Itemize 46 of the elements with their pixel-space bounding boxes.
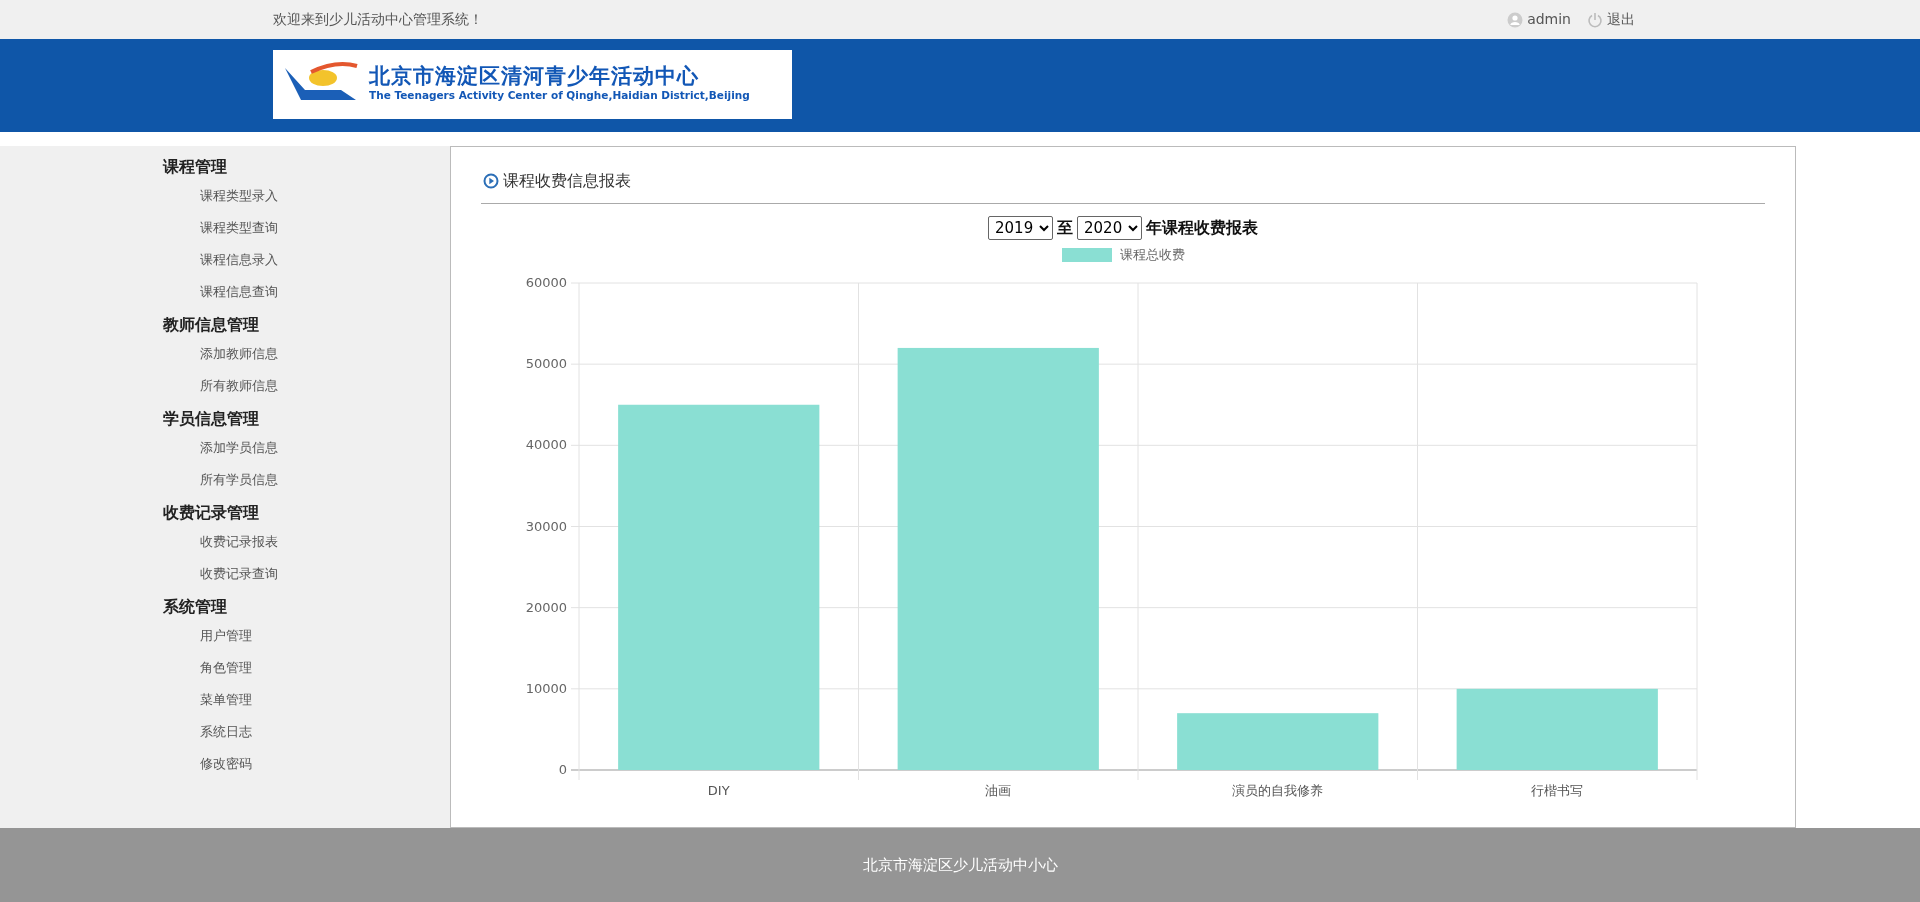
power-icon — [1587, 11, 1603, 28]
menu-group-title: 系统管理 — [163, 596, 227, 618]
menu-item[interactable]: 所有教师信息 — [163, 370, 278, 402]
user-link[interactable]: admin — [1527, 9, 1571, 30]
legend-label: 课程总收费 — [1119, 246, 1185, 264]
menu-item[interactable]: 添加学员信息 — [163, 432, 278, 464]
user-icon — [1507, 11, 1524, 28]
menu-item[interactable]: 课程信息查询 — [163, 276, 278, 308]
logout-link[interactable]: 退出 — [1607, 9, 1635, 30]
menu-group-title: 学员信息管理 — [163, 408, 259, 430]
menu-item[interactable]: 所有学员信息 — [163, 464, 278, 496]
menu-item[interactable]: 菜单管理 — [163, 684, 252, 716]
axis-tick-label: 40000 — [525, 436, 567, 452]
from-year-select[interactable]: 2019 — [988, 216, 1053, 240]
report-title: 年课程收费报表 — [1146, 217, 1258, 239]
axis-tick-label: 50000 — [525, 355, 567, 371]
menu-item[interactable]: 角色管理 — [163, 652, 252, 684]
footer-text: 北京市海淀区少儿活动中小心 — [862, 854, 1058, 876]
axis-tick-label: 20000 — [525, 599, 567, 615]
menu-item[interactable]: 用户管理 — [163, 620, 252, 652]
menu-item[interactable]: 添加教师信息 — [163, 338, 278, 370]
category-label: 演员的自我修养 — [1232, 782, 1324, 798]
menu-group-title: 收费记录管理 — [163, 502, 259, 524]
menu-item[interactable]: 收费记录查询 — [163, 558, 278, 590]
logo-subtitle: The Teenagers Activity Center of Qinghe,Haidian District,Beijing — [369, 88, 750, 104]
play-circle-icon — [483, 173, 499, 189]
menu-group-title: 课程管理 — [163, 156, 227, 178]
menu-item[interactable]: 课程类型录入 — [163, 180, 278, 212]
separator-text: 至 — [1057, 217, 1073, 239]
menu-item[interactable]: 课程信息录入 — [163, 244, 278, 276]
logo-title: 北京市海淀区清河青少年活动中心 — [369, 65, 700, 89]
axis-tick-label: 10000 — [525, 680, 567, 696]
axis-tick-label: 60000 — [525, 274, 567, 290]
menu-item[interactable]: 课程类型查询 — [163, 212, 278, 244]
menu-item[interactable]: 系统日志 — [163, 716, 252, 748]
welcome-text: 欢迎来到少儿活动中心管理系统！ — [273, 10, 483, 29]
category-label: 行楷书写 — [1531, 782, 1584, 798]
category-label: DIY — [707, 782, 730, 798]
menu-item[interactable]: 收费记录报表 — [163, 526, 278, 558]
category-label: 油画 — [985, 782, 1012, 798]
axis-tick-label: 30000 — [525, 518, 567, 533]
menu-group-title: 教师信息管理 — [163, 314, 259, 336]
menu-item[interactable]: 修改密码 — [163, 748, 252, 780]
axis-tick-label: 0 — [558, 761, 567, 777]
panel-title: 课程收费信息报表 — [503, 170, 631, 192]
to-year-select[interactable]: 2020 — [1077, 216, 1142, 240]
